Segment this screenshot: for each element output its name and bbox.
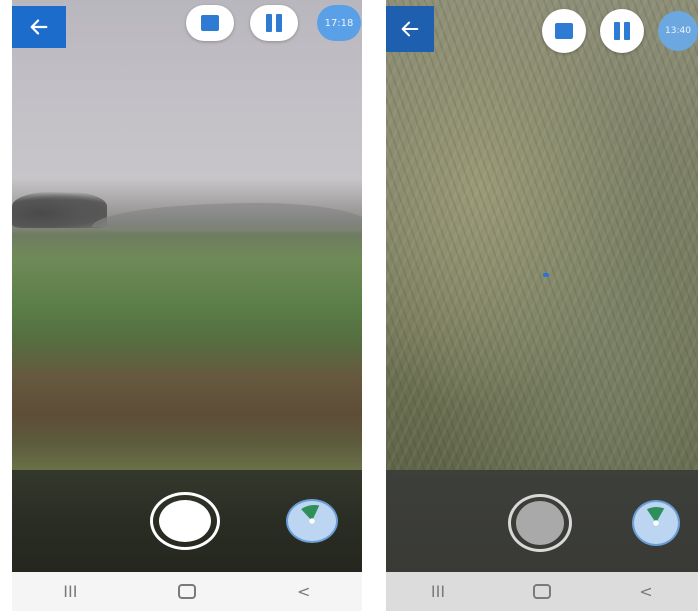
- home-icon: [533, 584, 551, 599]
- home-icon: [177, 584, 196, 599]
- camera-viewfinder: [12, 0, 362, 470]
- distant-hill: [92, 203, 362, 227]
- time-badge: 13:40: [658, 11, 698, 51]
- compass-icon: [646, 507, 665, 526]
- home-button[interactable]: [522, 584, 562, 599]
- blue-marker: [543, 273, 549, 277]
- compass-button[interactable]: [286, 499, 338, 543]
- system-nav-bar: III <: [12, 572, 362, 611]
- nav-back-button[interactable]: <: [284, 582, 324, 601]
- back-button[interactable]: [12, 6, 66, 48]
- recents-button[interactable]: III: [50, 582, 90, 601]
- phone-screen-left: 17:18 III <: [12, 0, 362, 611]
- camera-controls-bar: [12, 470, 362, 572]
- stop-icon: [201, 15, 219, 31]
- pause-icon: [266, 14, 282, 32]
- shutter-icon: [159, 500, 211, 542]
- stop-button[interactable]: [542, 9, 586, 53]
- pause-icon: [614, 22, 630, 40]
- recents-button[interactable]: III: [418, 582, 458, 601]
- nav-back-button[interactable]: <: [626, 582, 666, 601]
- compass-icon: [301, 505, 320, 524]
- pause-button[interactable]: [600, 9, 644, 53]
- shutter-icon: [516, 501, 564, 545]
- pause-button[interactable]: [250, 5, 298, 41]
- arrow-left-icon: [401, 21, 419, 37]
- camera-viewfinder: [386, 0, 698, 470]
- home-button[interactable]: [167, 584, 207, 599]
- camera-controls-bar: [386, 470, 698, 572]
- shutter-button[interactable]: [508, 494, 572, 552]
- system-nav-bar: III <: [386, 572, 698, 611]
- stop-button[interactable]: [186, 5, 234, 41]
- shutter-button[interactable]: [150, 492, 220, 550]
- time-badge: 17:18: [317, 5, 361, 41]
- back-button[interactable]: [386, 6, 434, 52]
- compass-button[interactable]: [632, 500, 680, 546]
- stop-icon: [555, 23, 573, 39]
- arrow-left-icon: [30, 19, 48, 35]
- phone-screen-right: 13:40 III <: [386, 0, 698, 611]
